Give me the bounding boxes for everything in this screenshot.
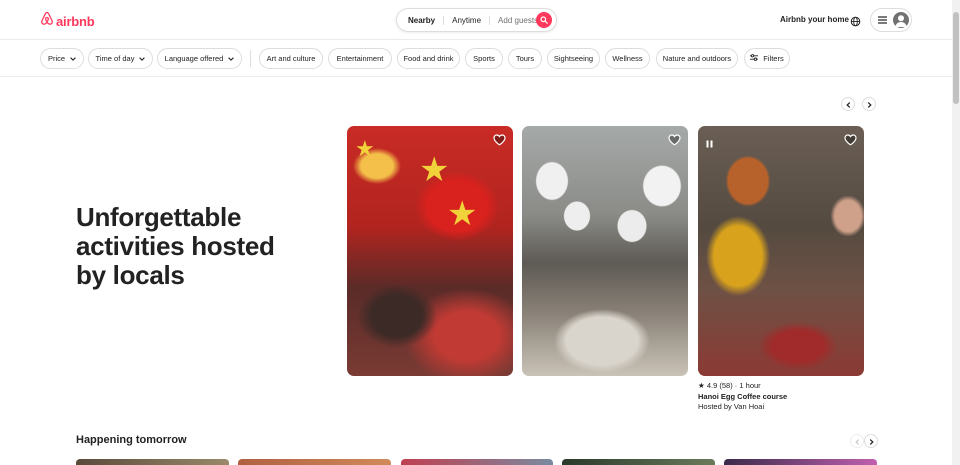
tomorrow-prev-button[interactable]: [850, 434, 864, 448]
filter-divider: [250, 50, 251, 67]
experience-card-egg-coffee[interactable]: [698, 126, 864, 376]
flag-star: ★: [447, 195, 478, 233]
filters-icon: [750, 54, 759, 63]
category-sports[interactable]: Sports: [465, 48, 503, 69]
tomorrow-card-thumbnail[interactable]: [724, 459, 877, 465]
page-scrollbar[interactable]: [952, 0, 960, 465]
search-bar[interactable]: Nearby Anytime Add guests: [396, 8, 557, 32]
tomorrow-card-thumbnail[interactable]: [562, 459, 715, 465]
rating-row: ★ 4.9 (58) · 1 hour: [698, 381, 787, 392]
top-navigation: airbnb Nearby Anytime Add guests Airbnb …: [0, 0, 952, 40]
scrollbar-thumb[interactable]: [953, 12, 959, 104]
user-menu-button[interactable]: [870, 8, 912, 32]
section-title: Happening tomorrow: [76, 434, 187, 446]
price-filter[interactable]: Price: [40, 48, 84, 69]
heart-icon[interactable]: [844, 133, 857, 151]
search-location[interactable]: Nearby: [397, 16, 443, 25]
globe-icon[interactable]: [850, 14, 861, 32]
language-filter[interactable]: Language offered: [157, 48, 242, 69]
chevron-right-icon: [869, 432, 874, 450]
airbnb-your-home-link[interactable]: Airbnb your home: [780, 15, 849, 24]
search-dates[interactable]: Anytime: [443, 15, 491, 25]
price-filter-label: Price: [47, 54, 66, 63]
chevron-left-icon: [845, 95, 851, 113]
chevron-down-icon: [70, 54, 76, 63]
heart-icon[interactable]: [493, 133, 506, 151]
tomorrow-card-thumbnail[interactable]: [238, 459, 391, 465]
experience-card-cooking[interactable]: [522, 126, 688, 376]
search-icon: [540, 11, 548, 29]
hero-title: Unforgettable activities hosted by local…: [76, 202, 275, 290]
time-of-day-filter-label: Time of day: [95, 54, 135, 63]
pause-icon[interactable]: [706, 135, 713, 153]
filters-button[interactable]: Filters: [744, 48, 790, 69]
airbnb-logo[interactable]: airbnb: [40, 11, 95, 31]
rating-value: 4.9: [706, 381, 718, 390]
carousel-next-button[interactable]: [862, 97, 876, 111]
chevron-right-icon: [867, 95, 872, 113]
user-icon: [893, 12, 909, 28]
heart-icon[interactable]: [668, 133, 681, 151]
chevron-left-icon: [854, 432, 860, 450]
experience-name: Hanoi Egg Coffee course: [698, 391, 788, 401]
tomorrow-next-button[interactable]: [864, 434, 878, 448]
category-wellness[interactable]: Wellness: [605, 48, 650, 69]
category-art-and-culture[interactable]: Art and culture: [259, 48, 323, 69]
carousel-prev-button[interactable]: [841, 97, 855, 111]
host-name: Hosted by Van Hoai: [698, 402, 765, 411]
category-tours[interactable]: Tours: [508, 48, 542, 69]
review-count: (58): [719, 381, 733, 390]
chevron-down-icon: [139, 54, 146, 63]
time-of-day-filter[interactable]: Time of day: [88, 48, 153, 69]
flag-star: ★: [355, 136, 375, 161]
tomorrow-card-thumbnail[interactable]: [76, 459, 229, 465]
featured-experience-info[interactable]: ★ 4.9 (58) · 1 hour Hanoi Egg Coffee cou…: [698, 381, 787, 413]
menu-icon: [878, 11, 887, 29]
airbnb-logo-icon: [40, 11, 54, 31]
filters-label: Filters: [763, 54, 784, 63]
tomorrow-card-thumbnail[interactable]: [401, 459, 553, 465]
star-icon: ★: [698, 381, 705, 390]
separator: ·: [734, 381, 738, 390]
language-filter-label: Language offered: [164, 54, 224, 63]
flag-star: ★: [419, 151, 450, 189]
category-food-and-drink[interactable]: Food and drink: [397, 48, 460, 69]
chevron-down-icon: [228, 54, 235, 63]
category-sightseeing[interactable]: Sightseeing: [547, 48, 600, 69]
experience-card-flags[interactable]: ★ ★ ★: [347, 126, 513, 376]
logo-wordmark: airbnb: [56, 13, 95, 29]
category-nature-and-outdoors[interactable]: Nature and outdoors: [656, 48, 738, 69]
search-button[interactable]: [536, 12, 552, 28]
category-entertainment[interactable]: Entertainment: [328, 48, 392, 69]
duration: 1 hour: [739, 381, 761, 390]
filter-bar: Price Time of day Language offered Art a…: [0, 41, 952, 77]
